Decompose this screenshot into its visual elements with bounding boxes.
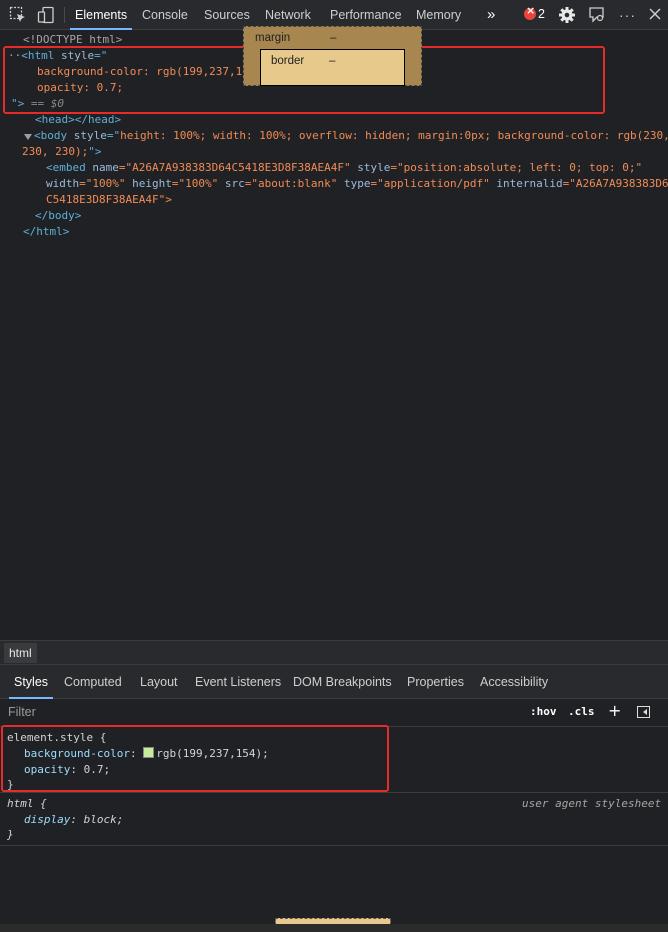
breadcrumb-html[interactable]: html bbox=[4, 643, 37, 663]
expand-triangle-icon[interactable] bbox=[24, 134, 32, 140]
new-rule-button[interactable]: + bbox=[608, 701, 621, 720]
tab-properties[interactable]: Properties bbox=[407, 665, 464, 699]
display-value: block; bbox=[83, 813, 124, 826]
more-tabs-icon[interactable]: » bbox=[487, 0, 495, 30]
tab-dom-breakpoints[interactable]: DOM Breakpoints bbox=[293, 665, 392, 699]
tab-computed[interactable]: Computed bbox=[64, 665, 122, 699]
margin-value[interactable]: – bbox=[330, 32, 336, 44]
filter-input[interactable]: Filter bbox=[8, 705, 36, 719]
embed-tag: <embed bbox=[46, 161, 86, 174]
tab-styles[interactable]: Styles bbox=[9, 665, 54, 699]
tab-memory[interactable]: Memory bbox=[416, 0, 461, 30]
border-value[interactable]: – bbox=[329, 55, 335, 67]
embed-src-attr: src bbox=[218, 177, 245, 190]
body-close-tag: </body> bbox=[35, 209, 82, 222]
embed-style-val: ="position:absolute; left: 0; top: 0;" bbox=[390, 161, 643, 174]
display-prop: display bbox=[24, 813, 71, 826]
body-node-open[interactable]: <body style="height: 100%; width: 100%; … bbox=[34, 128, 668, 144]
html-ua-rule: html { user agent stylesheet display: bl… bbox=[0, 793, 668, 846]
tab-elements[interactable]: Elements bbox=[70, 0, 133, 30]
toolbar-divider bbox=[64, 7, 65, 23]
device-toolbar-icon[interactable] bbox=[37, 6, 55, 24]
embed-style-attr: style bbox=[350, 161, 391, 174]
ua-stylesheet-label: user agent stylesheet bbox=[522, 797, 662, 810]
tab-layout[interactable]: Layout bbox=[140, 665, 178, 699]
dom-tree-panel: <!DOCTYPE html> ··<html style=" backgrou… bbox=[0, 30, 668, 640]
embed-internalid-val: ="A26A7A938383D6 bbox=[562, 177, 668, 190]
body-style-val-2: 230, 230); bbox=[22, 145, 89, 158]
hov-toggle[interactable]: :hov bbox=[530, 705, 557, 718]
embed-node[interactable]: <embed name="A26A7A938383D64C5418E3D8F38… bbox=[46, 160, 642, 176]
embed-src-val: ="about:blank" bbox=[244, 177, 338, 190]
body-tag: <body bbox=[34, 129, 68, 142]
error-icon[interactable] bbox=[524, 4, 536, 20]
tab-console[interactable]: Console bbox=[142, 0, 188, 30]
filter-bar: Filter :hov .cls + bbox=[0, 699, 668, 727]
html-node-close[interactable]: </html> bbox=[23, 224, 69, 240]
embed-internalid-attr: internalid bbox=[489, 177, 563, 190]
panel-bottom-edge bbox=[0, 924, 668, 932]
box-model-border[interactable]: border – bbox=[260, 49, 405, 86]
highlight-box-styles bbox=[1, 725, 389, 792]
embed-name-attr: name bbox=[85, 161, 119, 174]
embed-type-val: ="application/pdf" bbox=[370, 177, 490, 190]
embed-name-val: ="A26A7A938383D64C5418E3D8F38AEA4F" bbox=[118, 161, 351, 174]
border-label: border bbox=[271, 55, 305, 67]
html-selector: html { bbox=[7, 797, 47, 810]
settings-gear-icon[interactable] bbox=[558, 6, 576, 24]
tab-accessibility[interactable]: Accessibility bbox=[480, 665, 548, 699]
head-node[interactable]: <head></head> bbox=[35, 112, 121, 128]
embed-node-cont2[interactable]: C5418E3D8F38AEA4F"> bbox=[46, 192, 172, 208]
styles-tabbar: Styles Computed Layout Event Listeners D… bbox=[0, 664, 668, 699]
close-icon[interactable] bbox=[648, 7, 662, 21]
display-declaration: display: block; bbox=[24, 813, 124, 826]
html-rule-close: } bbox=[7, 828, 14, 841]
tab-event-listeners[interactable]: Event Listeners bbox=[195, 665, 281, 699]
margin-label: margin bbox=[255, 32, 291, 44]
error-count[interactable]: 2 bbox=[538, 7, 545, 21]
embed-height-val: ="100%" bbox=[171, 177, 219, 190]
toggle-sidebar-icon[interactable] bbox=[637, 706, 650, 718]
inspect-element-icon[interactable] bbox=[9, 6, 27, 24]
body-style-eq: =" bbox=[106, 129, 121, 142]
body-node-close[interactable]: </body> bbox=[35, 208, 81, 224]
embed-node-cont[interactable]: width="100%" height="100%" src="about:bl… bbox=[46, 176, 668, 192]
embed-internalid-cont: C5418E3D8F38AEA4F"> bbox=[46, 193, 172, 206]
more-options-icon[interactable]: ··· bbox=[619, 0, 636, 30]
body-style-val-1: height: 100%; width: 100%; overflow: hid… bbox=[120, 129, 668, 142]
embed-width-val: ="100%" bbox=[79, 177, 126, 190]
body-open-end: "> bbox=[88, 145, 102, 158]
embed-type-attr: type bbox=[337, 177, 371, 190]
cls-toggle[interactable]: .cls bbox=[568, 705, 595, 718]
head-tag: <head></head> bbox=[35, 113, 122, 126]
body-style-attr: style bbox=[67, 129, 107, 142]
feedback-icon[interactable] bbox=[588, 6, 606, 24]
doctype-text: <!DOCTYPE html> bbox=[23, 33, 123, 46]
breadcrumb-bar: html bbox=[0, 640, 668, 664]
embed-height-attr: height bbox=[125, 177, 172, 190]
embed-width-attr: width bbox=[46, 177, 80, 190]
body-node-cont[interactable]: 230, 230);"> bbox=[22, 144, 101, 160]
html-close-tag: </html> bbox=[23, 225, 70, 238]
